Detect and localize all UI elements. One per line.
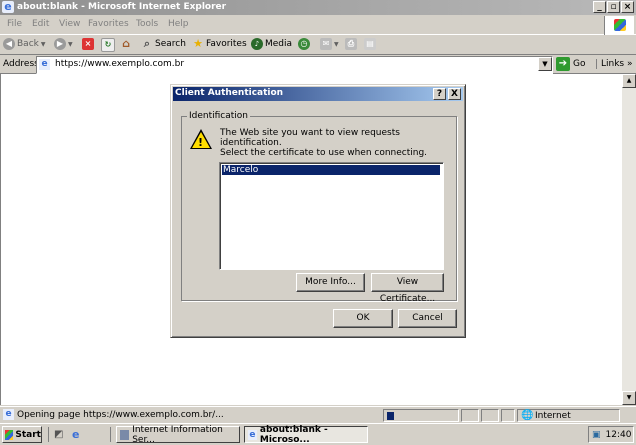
security-zone: 🌐 Internet <box>517 409 620 422</box>
client-auth-dialog: Client Authentication ? X Identification… <box>170 84 466 338</box>
vertical-scrollbar[interactable]: ▲ ▼ <box>622 74 636 405</box>
minimize-button[interactable]: _ <box>593 1 606 13</box>
search-icon: ⌕ <box>143 37 151 50</box>
task-ie-icon: e <box>248 429 257 440</box>
forward-arrow-icon: ▶ <box>54 38 66 50</box>
media-icon: ♪ <box>251 38 263 50</box>
group-label: Identification <box>187 111 251 121</box>
go-arrow-icon: ➔ <box>556 57 570 71</box>
edit-page-icon: ▤ <box>364 38 376 50</box>
window-title: about:blank - Microsoft Internet Explore… <box>17 2 227 12</box>
certificate-list[interactable]: Marcelo <box>219 162 444 270</box>
menu-favorites[interactable]: Favorites <box>88 19 129 29</box>
close-window-button[interactable]: × <box>621 1 634 13</box>
title-bar: e about:blank - Microsoft Internet Explo… <box>0 0 636 15</box>
menu-bar: File Edit View Favorites Tools Help <box>0 15 636 35</box>
status-text: Opening page https://www.exemplo.com.br/… <box>17 410 224 420</box>
windows-logo-icon <box>5 429 14 440</box>
dialog-close-button[interactable]: X <box>448 88 461 100</box>
status-bar: e Opening page https://www.exemplo.com.b… <box>0 406 636 423</box>
search-button[interactable]: ⌕ Search <box>141 38 186 50</box>
menu-edit[interactable]: Edit <box>32 19 49 29</box>
dialog-title-bar: Client Authentication ? X <box>173 87 463 101</box>
menu-file[interactable]: File <box>7 19 22 29</box>
scroll-up-button[interactable]: ▲ <box>622 74 636 88</box>
globe-icon: 🌐 <box>521 410 534 421</box>
go-button[interactable]: ➔ Go <box>556 57 585 71</box>
stop-button[interactable]: × <box>82 38 94 50</box>
history-button[interactable]: ◷ <box>298 38 310 50</box>
identification-group: Identification ! The Web site you want t… <box>181 111 457 304</box>
status-page-icon: e <box>3 409 14 420</box>
task-ie[interactable]: e about:blank - Microso... <box>244 425 368 445</box>
windows-flag-icon <box>604 16 634 35</box>
start-button[interactable]: Start <box>2 426 42 443</box>
print-button[interactable]: ⎙ <box>345 38 357 50</box>
show-desktop-icon[interactable]: ◩ <box>54 429 63 440</box>
favorites-star-icon: ★ <box>193 37 203 50</box>
cancel-button[interactable]: Cancel <box>398 309 457 328</box>
back-button[interactable]: ◀ Back ▼ <box>3 38 45 50</box>
home-button[interactable]: ⌂ <box>120 38 132 50</box>
menu-tools[interactable]: Tools <box>136 19 158 29</box>
zone-label: Internet <box>535 411 571 421</box>
favorites-button[interactable]: ★ Favorites <box>192 38 247 50</box>
ie-logo-icon: e <box>2 1 14 13</box>
scroll-down-button[interactable]: ▼ <box>622 391 636 405</box>
status-cell-empty-1 <box>461 409 479 422</box>
menu-view[interactable]: View <box>59 19 80 29</box>
address-bar: Address e https://www.exemplo.com.br ▼ ➔… <box>0 55 636 74</box>
network-icon[interactable]: ▣ <box>592 430 601 440</box>
progress-fill <box>387 412 394 420</box>
forward-button[interactable]: ▶ ▼ <box>54 38 73 50</box>
ok-button[interactable]: OK <box>333 309 393 328</box>
separator <box>48 427 49 442</box>
refresh-icon: ↻ <box>101 38 115 52</box>
maximize-button[interactable]: ▫ <box>607 1 620 13</box>
back-arrow-icon: ◀ <box>3 38 15 50</box>
status-cell-empty-3 <box>501 409 515 422</box>
stop-icon: × <box>82 38 94 50</box>
links-button[interactable]: Links » <box>596 59 633 69</box>
progress-bar <box>383 409 459 422</box>
menu-help[interactable]: Help <box>168 19 189 29</box>
list-item[interactable]: Marcelo <box>222 165 440 175</box>
clock: 12:40 <box>605 429 632 440</box>
address-label: Address <box>3 59 39 69</box>
help-button[interactable]: ? <box>433 88 446 100</box>
edit-page-button[interactable]: ▤ <box>364 38 376 50</box>
history-icon: ◷ <box>298 38 310 50</box>
print-icon: ⎙ <box>345 38 357 50</box>
task-iis[interactable]: Internet Information Ser... <box>116 425 240 445</box>
taskbar: Start ◩ e Internet Information Ser... e … <box>0 423 636 445</box>
refresh-button[interactable]: ↻ <box>101 38 115 52</box>
address-url: https://www.exemplo.com.br <box>55 59 185 69</box>
dialog-message: The Web site you want to view requests i… <box>220 128 428 158</box>
mail-button[interactable]: ✉ ▼ <box>320 38 339 50</box>
dialog-title: Client Authentication <box>175 88 284 98</box>
quick-launch-ie-icon[interactable]: e <box>72 428 79 441</box>
home-icon: ⌂ <box>122 37 130 50</box>
address-input[interactable]: e https://www.exemplo.com.br ▼ <box>36 56 553 74</box>
media-button[interactable]: ♪ Media <box>251 38 292 50</box>
status-cell-empty-2 <box>481 409 499 422</box>
view-certificate-button[interactable]: View Certificate... <box>371 273 444 304</box>
separator <box>110 427 111 442</box>
system-tray: ▣ 12:40 <box>588 426 634 443</box>
mail-icon: ✉ <box>320 38 332 50</box>
iis-icon <box>120 429 130 440</box>
more-info-button[interactable]: More Info... <box>296 273 365 292</box>
status-text-cell: e Opening page https://www.exemplo.com.b… <box>0 409 382 422</box>
page-icon: e <box>39 59 50 70</box>
address-dropdown-button[interactable]: ▼ <box>538 57 552 71</box>
toolbar: ◀ Back ▼ ▶ ▼ × ↻ ⌂ ⌕ Search ★ Favorites ♪ … <box>0 35 636 55</box>
